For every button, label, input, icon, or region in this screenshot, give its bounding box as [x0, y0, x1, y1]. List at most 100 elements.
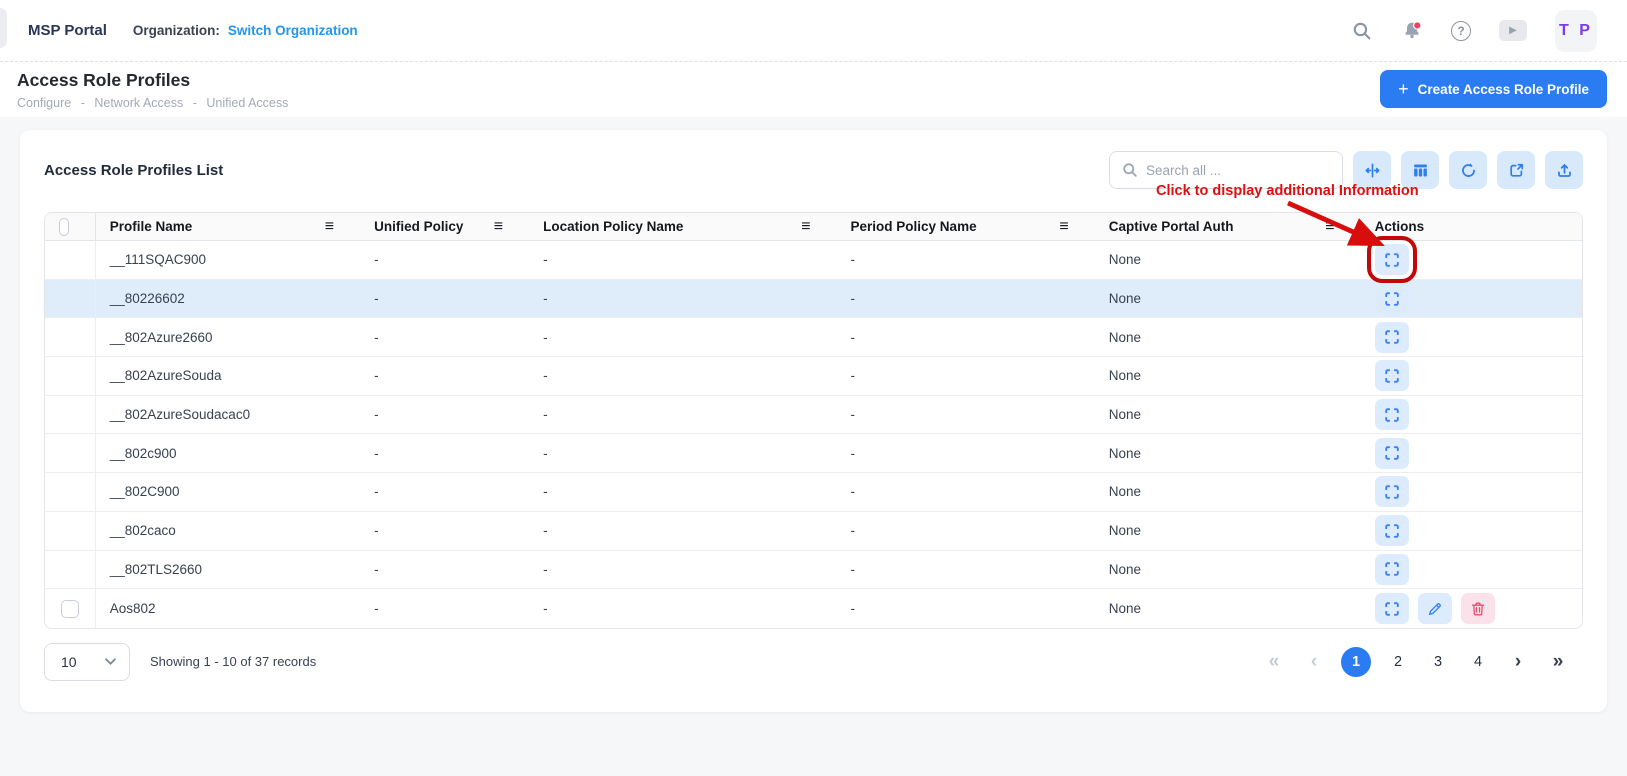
- captive-portal-cell: None: [1109, 330, 1141, 345]
- search-input[interactable]: [1146, 163, 1330, 178]
- row-checkbox[interactable]: [61, 600, 79, 618]
- last-page-button[interactable]: »: [1545, 647, 1571, 677]
- page-title: Access Role Profiles: [17, 70, 294, 92]
- table-row[interactable]: Aos802 - - - None: [45, 589, 1582, 628]
- next-page-button[interactable]: ›: [1505, 647, 1531, 677]
- table-footer: 10 Showing 1 - 10 of 37 records « ‹ 1 2 …: [44, 643, 1583, 681]
- table-row[interactable]: __80226602 - - - None: [45, 280, 1582, 319]
- column-header-actions: Actions: [1375, 219, 1425, 234]
- help-icon[interactable]: ?: [1451, 21, 1471, 41]
- export-upload-button[interactable]: [1545, 151, 1583, 189]
- expand-details-button[interactable]: [1375, 244, 1409, 275]
- table-row[interactable]: __802AzureSouda - - - None: [45, 357, 1582, 396]
- page-button-3[interactable]: 3: [1425, 647, 1451, 677]
- table-row[interactable]: __802c900 - - - None: [45, 434, 1582, 473]
- column-menu-icon[interactable]: ≡: [801, 219, 810, 235]
- expand-details-button[interactable]: [1375, 283, 1409, 314]
- table-row[interactable]: __802C900 - - - None: [45, 473, 1582, 512]
- search-icon[interactable]: [1351, 20, 1373, 42]
- table-row[interactable]: __802AzureSoudacac0 - - - None: [45, 396, 1582, 435]
- organization-label: Organization:: [133, 23, 220, 38]
- page-button-2[interactable]: 2: [1385, 647, 1411, 677]
- expand-icon: [1384, 561, 1400, 577]
- expand-icon: [1384, 329, 1400, 345]
- table-header-row: Profile Name ≡ Unified Policy ≡ Location…: [45, 213, 1582, 241]
- access-role-profiles-table: Profile Name ≡ Unified Policy ≡ Location…: [44, 212, 1583, 629]
- column-menu-icon[interactable]: ≡: [1059, 219, 1068, 235]
- table-row[interactable]: __111SQAC900 - - - None: [45, 241, 1582, 280]
- breadcrumb-separator: -: [81, 96, 85, 110]
- create-access-role-profile-button[interactable]: + Create Access Role Profile: [1380, 70, 1607, 108]
- period-policy-cell: -: [851, 291, 856, 306]
- page-header: Access Role Profiles Configure - Network…: [0, 62, 1627, 117]
- main-content: Access Role Profiles List: [0, 117, 1627, 712]
- profile-name-cell: __80226602: [110, 291, 185, 306]
- period-policy-cell: -: [851, 446, 856, 461]
- column-menu-icon[interactable]: ≡: [325, 219, 334, 235]
- edit-button[interactable]: [1418, 593, 1452, 624]
- chevron-down-icon: [105, 658, 116, 665]
- expand-details-button[interactable]: [1375, 515, 1409, 546]
- location-policy-cell: -: [543, 407, 548, 422]
- column-menu-icon[interactable]: ≡: [494, 219, 503, 235]
- annotation-text: Click to display additional Information: [1156, 183, 1419, 199]
- expand-details-button[interactable]: [1375, 399, 1409, 430]
- page-size-select[interactable]: 10: [44, 643, 130, 681]
- breadcrumb: Configure - Network Access - Unified Acc…: [17, 96, 294, 110]
- video-tutorial-icon[interactable]: ▶: [1499, 20, 1527, 41]
- table-row[interactable]: __802TLS2660 - - - None: [45, 551, 1582, 590]
- expand-details-button[interactable]: [1375, 360, 1409, 391]
- expand-icon: [1384, 407, 1400, 423]
- expand-icon: [1384, 601, 1400, 617]
- profile-name-cell: __802c900: [110, 446, 177, 461]
- profile-name-cell: __802Azure2660: [110, 330, 213, 345]
- unified-policy-cell: -: [374, 291, 379, 306]
- column-header-period-policy: Period Policy Name: [851, 219, 977, 234]
- expand-icon: [1384, 252, 1400, 268]
- page-button-1[interactable]: 1: [1341, 647, 1371, 677]
- pagination: « ‹ 1 2 3 4 › »: [1261, 647, 1583, 677]
- period-policy-cell: -: [851, 484, 856, 499]
- breadcrumb-separator: -: [193, 96, 197, 110]
- switch-organization-link[interactable]: Switch Organization: [228, 23, 358, 38]
- location-policy-cell: -: [543, 252, 548, 267]
- unified-policy-cell: -: [374, 252, 379, 267]
- expand-details-button[interactable]: [1375, 554, 1409, 585]
- previous-page-button[interactable]: ‹: [1301, 647, 1327, 677]
- column-header-location-policy: Location Policy Name: [543, 219, 683, 234]
- search-icon: [1122, 162, 1138, 178]
- location-policy-cell: -: [543, 601, 548, 616]
- expand-icon: [1384, 484, 1400, 500]
- period-policy-cell: -: [851, 368, 856, 383]
- notifications-bell-icon[interactable]: [1401, 20, 1423, 42]
- unified-policy-cell: -: [374, 330, 379, 345]
- first-page-button[interactable]: «: [1261, 647, 1287, 677]
- expand-details-button[interactable]: [1375, 322, 1409, 353]
- expand-details-button[interactable]: [1375, 593, 1409, 624]
- captive-portal-cell: None: [1109, 368, 1141, 383]
- pencil-icon: [1427, 601, 1443, 617]
- expand-details-button[interactable]: [1375, 438, 1409, 469]
- location-policy-cell: -: [543, 330, 548, 345]
- profile-name-cell: Aos802: [110, 601, 156, 616]
- refresh-button[interactable]: [1449, 151, 1487, 189]
- table-body: __111SQAC900 - - - None __80226602 - - -…: [45, 241, 1582, 628]
- period-policy-cell: -: [851, 330, 856, 345]
- breadcrumb-item: Configure: [17, 96, 71, 110]
- table-row[interactable]: __802caco - - - None: [45, 512, 1582, 551]
- user-avatar[interactable]: T P: [1555, 10, 1597, 52]
- page-button-4[interactable]: 4: [1465, 647, 1491, 677]
- select-all-checkbox[interactable]: [59, 218, 69, 236]
- expand-details-button[interactable]: [1375, 476, 1409, 507]
- delete-button[interactable]: [1461, 593, 1495, 624]
- period-policy-cell: -: [851, 601, 856, 616]
- open-external-button[interactable]: [1497, 151, 1535, 189]
- profile-name-cell: __802AzureSouda: [110, 368, 222, 383]
- unified-policy-cell: -: [374, 601, 379, 616]
- location-policy-cell: -: [543, 368, 548, 383]
- captive-portal-cell: None: [1109, 601, 1141, 616]
- column-menu-icon[interactable]: ≡: [1325, 219, 1334, 235]
- period-policy-cell: -: [851, 252, 856, 267]
- table-row[interactable]: __802Azure2660 - - - None: [45, 318, 1582, 357]
- captive-portal-cell: None: [1109, 523, 1141, 538]
